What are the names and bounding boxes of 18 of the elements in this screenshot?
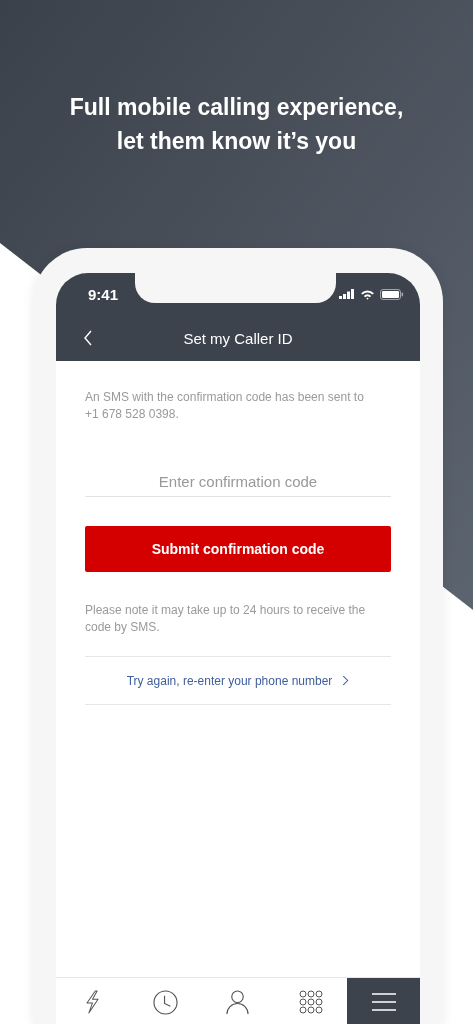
lightning-icon xyxy=(84,990,100,1014)
retry-link[interactable]: Try again, re-enter your phone number xyxy=(126,673,350,688)
menu-icon xyxy=(371,993,396,1011)
submit-button[interactable]: Submit confirmation code xyxy=(85,526,391,572)
status-time: 9:41 xyxy=(88,285,119,303)
sms-message: An SMS with the confirmation code has been sent to +1 678 528 0398. xyxy=(85,389,365,423)
screen-title: Set my Caller ID xyxy=(183,329,293,347)
keypad-icon xyxy=(298,990,323,1014)
battery-icon xyxy=(380,288,404,300)
headline: Full mobile calling experience, let them know it’s you xyxy=(68,93,405,156)
chevron-right-icon xyxy=(342,675,350,686)
sms-note: Please note it may take up to 24 hours to receive the code by SMS. xyxy=(85,602,367,636)
back-icon[interactable] xyxy=(83,330,93,346)
wifi-icon xyxy=(360,288,375,300)
person-icon xyxy=(226,989,250,1015)
clock-icon xyxy=(152,989,178,1015)
signal-icon xyxy=(339,289,355,299)
tab[interactable] xyxy=(347,978,420,1024)
